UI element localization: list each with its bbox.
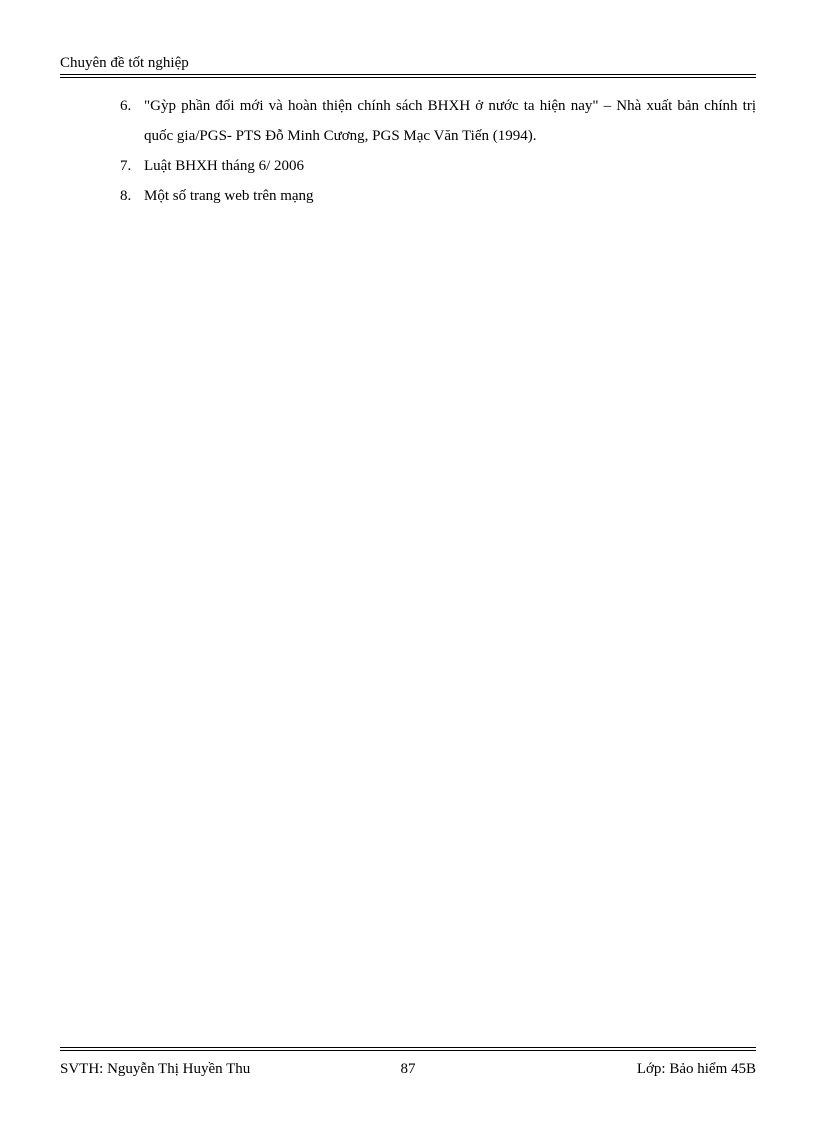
list-text: Một số trang web trên mạng xyxy=(144,181,756,211)
page-footer: SVTH: Nguyễn Thị Huyền Thu 87 Lớp: Bảo h… xyxy=(60,1050,756,1078)
page-header: Chuyên đề tốt nghiệp xyxy=(60,55,756,75)
footer-author: SVTH: Nguyễn Thị Huyền Thu xyxy=(60,1061,250,1078)
list-item: 7. Luật BHXH tháng 6/ 2006 xyxy=(120,151,756,181)
footer-page-number: 87 xyxy=(401,1061,416,1078)
list-marker: 6. xyxy=(120,91,144,151)
list-text: "Gỳp phần đổi mới và hoàn thiện chính sá… xyxy=(144,91,756,151)
content-area: 6. "Gỳp phần đổi mới và hoàn thiện chính… xyxy=(60,75,756,1050)
list-text: Luật BHXH tháng 6/ 2006 xyxy=(144,151,756,181)
page-container: Chuyên đề tốt nghiệp 6. "Gỳp phần đổi mớ… xyxy=(0,0,816,1123)
list-item: 6. "Gỳp phần đổi mới và hoàn thiện chính… xyxy=(120,91,756,151)
list-item: 8. Một số trang web trên mạng xyxy=(120,181,756,211)
footer-class: Lớp: Bảo hiểm 45B xyxy=(637,1061,756,1078)
list-marker: 7. xyxy=(120,151,144,181)
list-marker: 8. xyxy=(120,181,144,211)
header-title: Chuyên đề tốt nghiệp xyxy=(60,55,189,71)
